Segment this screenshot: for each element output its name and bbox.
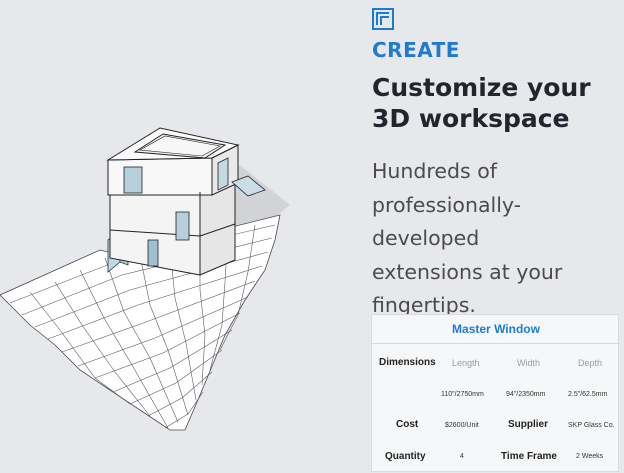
cost-value: $2600/Unit — [445, 422, 479, 429]
corner-frame-logo-icon — [372, 8, 394, 30]
width-header: Width — [517, 358, 541, 368]
depth-value: 2.5"/62.5mm — [568, 391, 608, 398]
section-eyebrow: CREATE — [372, 38, 460, 62]
headline: Customize your 3D workspace — [372, 73, 591, 133]
time-frame-value: 2 Weeks — [576, 453, 604, 460]
length-header: Length — [452, 358, 480, 368]
promo-panel: CREATE Customize your 3D workspace Hundr… — [0, 0, 624, 473]
supplier-label: Supplier — [508, 419, 549, 430]
spec-card-title: Master Window — [452, 322, 540, 336]
spec-divider — [372, 343, 620, 344]
quantity-label: Quantity — [385, 451, 426, 462]
depth-header: Depth — [578, 358, 603, 368]
width-value: 94"/2350mm — [506, 391, 546, 398]
building-model-illustration — [0, 127, 290, 431]
dimensions-label: Dimensions — [379, 357, 436, 368]
supplier-value: SKP Glass Co. — [568, 422, 615, 429]
cost-label: Cost — [396, 419, 419, 430]
quantity-value: 4 — [460, 453, 464, 460]
time-frame-label: Time Frame — [501, 451, 557, 462]
length-value: 110"/2750mm — [441, 391, 484, 398]
component-spec-card: Master Window Dimensions Length Width De… — [371, 314, 620, 472]
subheadline: Hundreds of professionally-developed ext… — [372, 159, 563, 317]
